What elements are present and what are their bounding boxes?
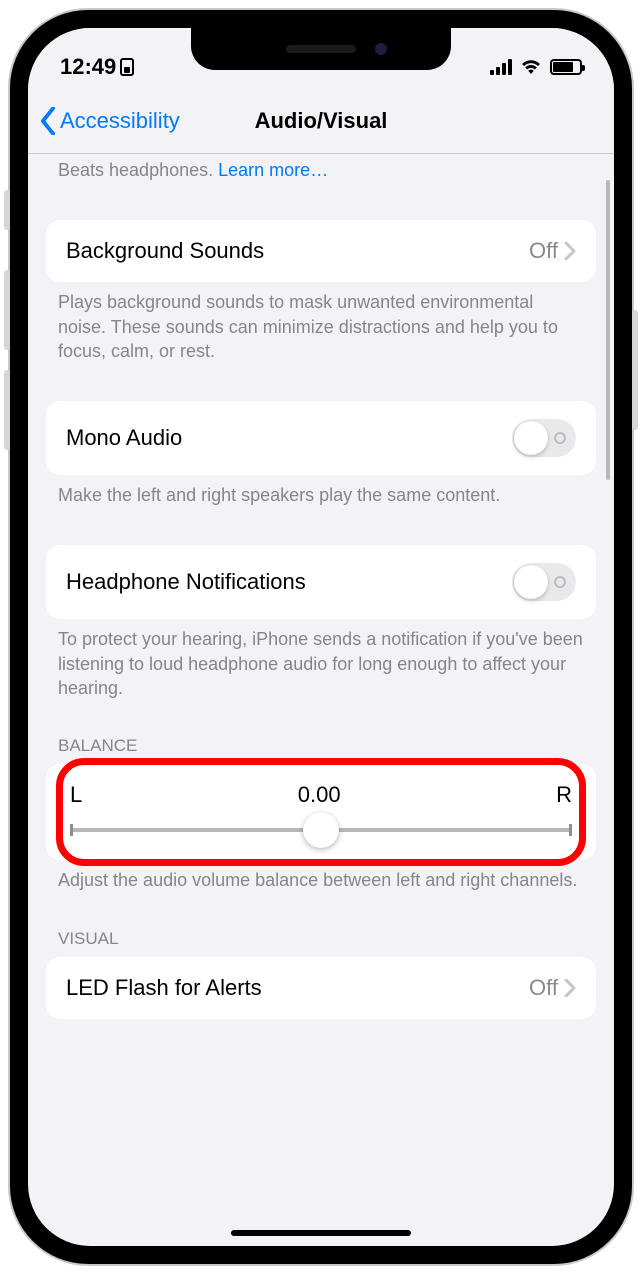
front-camera	[375, 43, 387, 55]
chevron-left-icon	[40, 107, 56, 135]
balance-group: L 0.00 R	[46, 764, 596, 860]
chevron-right-icon	[564, 979, 576, 997]
mono-audio-switch[interactable]	[512, 419, 576, 457]
wifi-icon	[520, 59, 542, 75]
led-flash-group: LED Flash for Alerts Off	[46, 957, 596, 1019]
balance-slider[interactable]	[70, 828, 572, 832]
balance-slider-thumb[interactable]	[303, 812, 339, 848]
scroll-indicator[interactable]	[606, 180, 610, 480]
battery-icon	[550, 59, 582, 75]
balance-value: 0.00	[298, 782, 341, 808]
background-sounds-cell[interactable]: Background Sounds Off	[46, 220, 596, 282]
volume-up-button	[4, 270, 10, 350]
visual-section-header: VISUAL	[28, 909, 614, 957]
cell-label: Mono Audio	[66, 425, 512, 451]
screen: 12:49 Accessibility Audio/Visual	[28, 28, 614, 1246]
content-scroll[interactable]: Beats headphones. Learn more… Background…	[28, 154, 614, 1246]
balance-right-label: R	[556, 782, 572, 808]
notch	[191, 28, 451, 70]
home-indicator[interactable]	[231, 1230, 411, 1236]
balance-section-header: BALANCE	[28, 716, 614, 764]
silence-switch	[4, 190, 10, 230]
cell-label: Background Sounds	[66, 238, 529, 264]
background-sounds-group: Background Sounds Off	[46, 220, 596, 282]
back-label: Accessibility	[60, 108, 180, 134]
sim-card-icon	[120, 58, 134, 76]
balance-left-label: L	[70, 782, 82, 808]
headphone-notifications-group: Headphone Notifications	[46, 545, 596, 619]
status-time: 12:49	[60, 54, 116, 80]
volume-down-button	[4, 370, 10, 450]
phone-frame: 12:49 Accessibility Audio/Visual	[10, 10, 632, 1264]
background-sounds-footer: Plays background sounds to mask unwanted…	[28, 282, 614, 379]
headphone-notifications-switch[interactable]	[512, 563, 576, 601]
nav-bar: Accessibility Audio/Visual	[28, 88, 614, 154]
mono-audio-cell: Mono Audio	[46, 401, 596, 475]
cell-label: LED Flash for Alerts	[66, 975, 529, 1001]
learn-more-link[interactable]: Learn more…	[218, 160, 328, 180]
balance-footer: Adjust the audio volume balance between …	[28, 860, 614, 908]
led-flash-cell[interactable]: LED Flash for Alerts Off	[46, 957, 596, 1019]
chevron-right-icon	[564, 242, 576, 260]
power-button	[632, 310, 638, 430]
cell-value: Off	[529, 975, 558, 1001]
headphone-accommodations-footer: Beats headphones. Learn more…	[28, 154, 614, 198]
headphone-notifications-cell: Headphone Notifications	[46, 545, 596, 619]
mono-audio-group: Mono Audio	[46, 401, 596, 475]
cellular-signal-icon	[490, 59, 512, 75]
back-button[interactable]: Accessibility	[28, 107, 218, 135]
headphone-notifications-footer: To protect your hearing, iPhone sends a …	[28, 619, 614, 716]
cell-value: Off	[529, 238, 558, 264]
mono-audio-footer: Make the left and right speakers play th…	[28, 475, 614, 523]
speaker-grille	[286, 45, 356, 53]
cell-label: Headphone Notifications	[66, 569, 512, 595]
